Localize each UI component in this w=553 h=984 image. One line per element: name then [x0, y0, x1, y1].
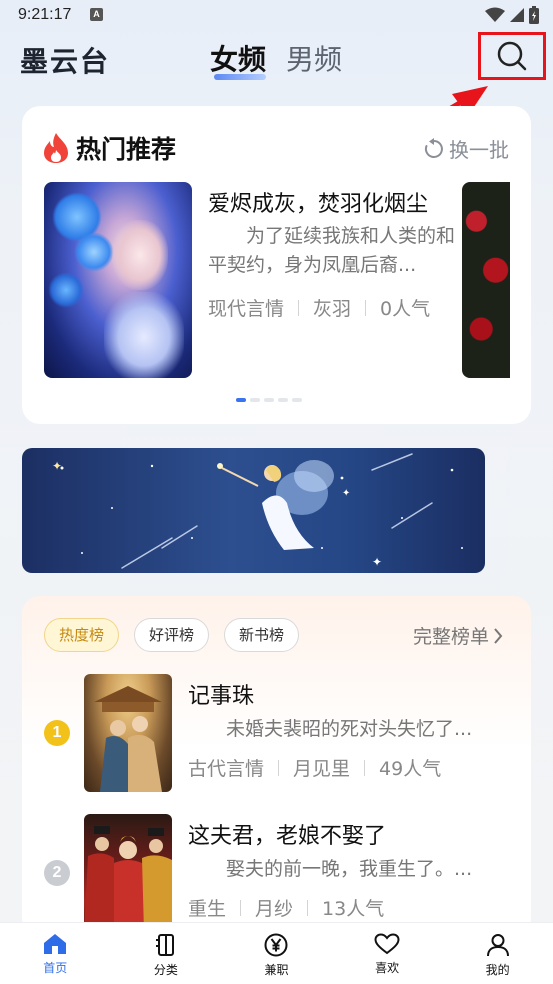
status-time: 9:21:17	[18, 6, 72, 23]
notification-a-icon: A	[90, 8, 103, 21]
book-author: 月纱	[255, 898, 294, 920]
tab-hot-ranking[interactable]: 热度榜	[44, 618, 120, 652]
rank-badge: 2	[44, 860, 70, 886]
wedding-couple-illustration	[84, 826, 172, 932]
nav-label: 首页	[43, 961, 68, 975]
svg-text:✦: ✦	[342, 488, 350, 499]
tab-new-ranking[interactable]: 新书榜	[224, 618, 300, 652]
book-genre: 古代言情	[188, 758, 265, 780]
fire-icon	[44, 133, 68, 163]
carousel-dot	[236, 398, 246, 402]
book-meta: 重生 月纱 13人气	[188, 894, 384, 921]
promo-banner[interactable]: ✦ ✦ ✦	[22, 448, 485, 573]
ranking-list-item[interactable]: 1 记事珠 未婚夫裴昭的死对头失忆了... 古代言情 月见里 49人气	[22, 674, 531, 794]
divider	[307, 899, 309, 916]
book-popularity: 49人气	[379, 758, 442, 780]
battery-icon	[529, 6, 539, 24]
svg-text:✦: ✦	[52, 459, 62, 473]
book-cover-image[interactable]	[44, 182, 192, 378]
hot-title-row: 热门推荐	[42, 130, 176, 166]
app-logo: 墨云台	[20, 45, 111, 78]
top-header: 墨云台 女频 男频	[0, 30, 553, 90]
nav-label: 喜欢	[375, 961, 400, 975]
book-meta: 现代言情 灰羽 0人气	[208, 294, 430, 321]
bottom-nav: 首页 分类 兼职 喜欢 我的	[0, 922, 553, 984]
book-author: 月见里	[293, 758, 351, 780]
nav-parttime[interactable]: 兼职	[221, 923, 332, 984]
divider	[364, 759, 366, 776]
full-list-link[interactable]: 完整榜单	[413, 622, 503, 649]
historical-couple-illustration	[94, 686, 162, 792]
book-title[interactable]: 这夫君，老娘不娶了	[188, 818, 386, 850]
tab-rating-ranking[interactable]: 好评榜	[134, 618, 210, 652]
divider	[365, 299, 367, 316]
book-title[interactable]: 爱烬成灰，焚羽化烟尘	[208, 186, 428, 218]
tab-female[interactable]: 女频	[210, 38, 266, 78]
active-tab-indicator	[214, 74, 266, 80]
divider	[278, 759, 280, 776]
carousel-dot	[292, 398, 302, 402]
divider	[298, 299, 300, 316]
carousel-indicator	[236, 398, 302, 402]
book-popularity: 0人气	[380, 298, 431, 320]
signal-icon	[510, 8, 524, 22]
refresh-icon	[424, 137, 443, 158]
book-cover-image[interactable]	[84, 814, 172, 932]
carousel-dot	[250, 398, 260, 402]
hot-recommend-card: 热门推荐 换一批 爱烬成灰，焚羽化烟尘 为了延续我族和人类的和平契约，身为凤凰后…	[22, 106, 531, 424]
nav-home[interactable]: 首页	[0, 923, 111, 984]
book-genre: 重生	[188, 898, 227, 920]
yen-icon	[264, 933, 288, 957]
divider	[240, 899, 242, 916]
heart-icon	[374, 933, 400, 955]
ranking-list-item[interactable]: 2 这夫君，老娘不娶了 娶夫的前一晚，我重生了。... 重生 月纱 13人气	[22, 814, 531, 934]
refresh-label: 换一批	[449, 138, 509, 162]
refresh-button[interactable]: 换一批	[423, 134, 509, 163]
carousel-dot	[264, 398, 274, 402]
nav-label: 分类	[153, 963, 178, 977]
rank-badge: 1	[44, 720, 70, 746]
nav-profile[interactable]: 我的	[442, 923, 553, 984]
book-cover-image[interactable]	[84, 674, 172, 792]
book-popularity: 13人气	[322, 898, 385, 920]
carousel-dot	[278, 398, 288, 402]
user-icon	[486, 934, 509, 957]
hot-title: 热门推荐	[76, 135, 177, 164]
nav-category[interactable]: 分类	[111, 923, 222, 984]
status-bar: 9:21:17 A	[0, 0, 553, 30]
next-book-cover-image[interactable]	[462, 182, 510, 378]
full-list-label: 完整榜单	[412, 626, 489, 648]
book-title[interactable]: 记事珠	[188, 678, 254, 710]
book-description: 为了延续我族和人类的和平契约，身为凤凰后裔...	[208, 225, 456, 276]
book-genre: 现代言情	[208, 298, 285, 320]
nav-favorites[interactable]: 喜欢	[332, 923, 443, 984]
chevron-right-icon	[494, 627, 503, 644]
wifi-icon	[485, 7, 505, 22]
tab-male[interactable]: 男频	[286, 38, 342, 78]
svg-text:✦: ✦	[372, 555, 382, 569]
book-icon	[155, 934, 174, 956]
nav-label: 兼职	[264, 963, 289, 977]
ranking-card: 热度榜 好评榜 新书榜 完整榜单 1 记事珠 未婚夫裴昭的死对头失忆了... 古…	[22, 596, 531, 936]
book-meta: 古代言情 月见里 49人气	[188, 754, 441, 781]
book-description: 娶夫的前一晚，我重生了。...	[226, 858, 473, 880]
home-icon	[44, 934, 67, 954]
book-description: 未婚夫裴昭的死对头失忆了...	[226, 718, 473, 740]
search-icon	[497, 41, 527, 71]
status-icons	[485, 6, 539, 24]
book-author: 灰羽	[313, 298, 352, 320]
nav-label: 我的	[485, 963, 510, 977]
fairy-night-sky-illustration: ✦ ✦ ✦	[52, 453, 463, 569]
search-button[interactable]	[478, 32, 546, 80]
